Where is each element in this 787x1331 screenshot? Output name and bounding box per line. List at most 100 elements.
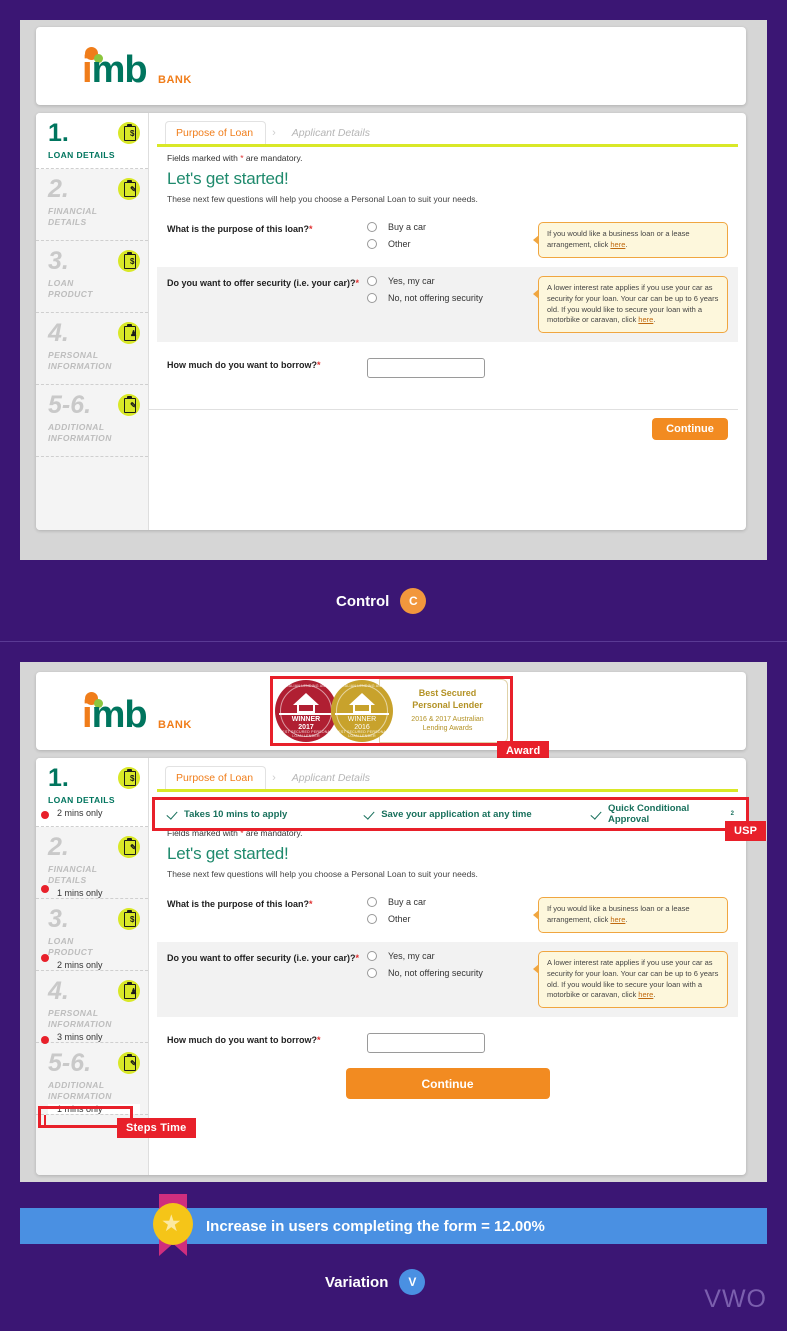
continue-button[interactable]: Continue (652, 418, 728, 440)
step-time: 2 mins only (57, 960, 103, 971)
question-label: Do you want to offer security (i.e. your… (167, 277, 360, 288)
step-number: 1. (48, 119, 69, 147)
logo-bank-word: BANK (158, 719, 192, 731)
sidebar-step-2[interactable]: 2. FINANCIAL DETAILS ✎ (36, 169, 148, 242)
required-star: * (355, 952, 360, 963)
step-number: 2. (48, 175, 69, 204)
award-subtitle: 2016 & 2017 Australian Lending Awards (411, 715, 484, 733)
tab-separator-icon: › (272, 772, 276, 784)
sidebar-step-1[interactable]: 1. LOAN DETAILS $ 2 mins only (36, 758, 148, 828)
medal-arc-bottom-text: BEST SECURED PERSONAL LOAN LENDER (335, 730, 389, 738)
timeline-dot (41, 1036, 49, 1044)
radio-icon[interactable] (367, 967, 377, 978)
steps-time-annotation-tag: Steps Time (117, 1118, 196, 1138)
step-number: 5-6. (48, 1049, 92, 1078)
clipboard-pen-icon: ✎ (118, 394, 140, 417)
question-label: What is the purpose of this loan?* (167, 899, 313, 909)
logo-bank-word: BANK (158, 74, 192, 86)
continue-button[interactable]: Continue (345, 1068, 550, 1099)
step-number: 4. (48, 319, 69, 348)
sidebar-step-1[interactable]: 1. LOAN DETAILS $ (36, 113, 148, 170)
step-time: 1 mins only (57, 888, 103, 899)
radio-icon[interactable] (367, 897, 377, 907)
sidebar-step-5[interactable]: 5-6. ADDITIONAL INFORMATION ✎ (36, 385, 148, 458)
tooltip-business-loan: If you would like a business loan or a l… (533, 222, 728, 258)
radio-icon[interactable] (367, 222, 377, 232)
usp-item-1: Takes 10 mins to apply (167, 809, 364, 820)
page-title: Let's get started! (167, 169, 289, 188)
required-star: * (317, 1035, 321, 1046)
control-header-card: imb BANK (36, 27, 746, 105)
tab-purpose-of-loan[interactable]: Purpose of Loan (165, 766, 267, 789)
clipboard-person-icon: ♟ (118, 322, 140, 345)
radio-option-other[interactable]: Other (367, 239, 538, 249)
radio-option-other[interactable]: Other (367, 914, 538, 924)
sidebar-step-5[interactable]: 5-6. ADDITIONAL INFORMATION ✎ 1 mins onl… (36, 1043, 148, 1116)
logo-letter-i: i (82, 694, 93, 736)
usp-annotation-tag: USP (725, 821, 767, 841)
question-borrow-amount: How much do you want to borrow?* (157, 342, 738, 387)
tooltip-here-link[interactable]: here (638, 315, 653, 324)
tab-applicant-details[interactable]: Applicant Details (282, 767, 382, 789)
radio-option-no-security[interactable]: No, not offering security (367, 292, 538, 303)
radio-icon[interactable] (367, 950, 377, 961)
control-label-text: Control (336, 592, 390, 610)
check-icon (591, 809, 602, 820)
step-label: FINANCIAL DETAILS (48, 864, 98, 885)
clipboard-pen-icon: ✎ (118, 836, 140, 859)
required-star: * (309, 224, 313, 234)
radio-group-security: Yes, my car No, not offering security (367, 275, 538, 310)
radio-option-yes-my-car[interactable]: Yes, my car (367, 275, 538, 286)
award-badges-strip: AUSTRALIAN LENDING AWARDS WINNER 2017 BE… (275, 679, 508, 743)
tooltip-here-link[interactable]: here (638, 990, 653, 999)
medal-arc-top-text: AUSTRALIAN LENDING AWARDS (275, 684, 337, 688)
tab-separator-icon: › (272, 127, 276, 139)
control-step-sidebar: 1. LOAN DETAILS $ 2. FINANCIAL DETAILS ✎ (36, 113, 149, 530)
tooltip-security-rate: A lower interest rate applies if you use… (533, 950, 728, 1009)
sidebar-step-3[interactable]: 3. LOAN PRODUCT $ (36, 241, 148, 314)
tooltip-here-link[interactable]: here (610, 915, 625, 924)
clipboard-dollar-icon: $ (118, 122, 140, 144)
logo-letters-mb: mb (91, 49, 148, 91)
radio-icon[interactable] (367, 914, 377, 924)
borrow-amount-input[interactable] (367, 358, 485, 379)
step-number: 4. (48, 977, 69, 1006)
radio-group-purpose: Buy a car Other (367, 222, 538, 256)
radio-option-buy-a-car[interactable]: Buy a car (367, 222, 538, 232)
medal-arc-bottom-text: BEST SECURED PERSONAL LOAN LENDER (279, 730, 333, 738)
tooltip-here-link[interactable]: here (610, 240, 625, 249)
borrow-amount-input[interactable] (367, 1033, 485, 1054)
check-icon (167, 809, 178, 820)
variation-label-group: Variation V (325, 1269, 426, 1295)
sidebar-step-4[interactable]: 4. PERSONAL INFORMATION ♟ (36, 313, 148, 386)
page-title: Let's get started! (167, 844, 289, 863)
page-subtitle: These next few questions will help you c… (167, 194, 478, 204)
clipboard-pen-icon: ✎ (118, 178, 140, 201)
tab-purpose-of-loan[interactable]: Purpose of Loan (165, 121, 267, 144)
step-label: LOAN DETAILS (48, 149, 115, 160)
control-label-group: Control C (336, 588, 427, 614)
vwo-case-study-page: imb BANK 1. LOAN DETAILS $ 2. FINANCIAL … (0, 0, 787, 1331)
sidebar-step-3[interactable]: 3. LOAN PRODUCT $ 2 mins only (36, 899, 148, 972)
radio-option-buy-a-car[interactable]: Buy a car (367, 897, 538, 907)
radio-group-purpose: Buy a car Other (367, 897, 538, 931)
sidebar-step-2[interactable]: 2. FINANCIAL DETAILS ✎ 1 mins only (36, 827, 148, 900)
radio-icon[interactable] (367, 292, 377, 303)
magnifier-dollar-icon: $ (118, 908, 140, 931)
radio-icon[interactable] (367, 239, 377, 249)
question-label: What is the purpose of this loan?* (167, 224, 313, 234)
radio-option-no-security[interactable]: No, not offering security (367, 967, 538, 978)
step-time: 1 mins only (48, 1104, 140, 1115)
imb-bank-logo: imb BANK (82, 692, 194, 734)
award-title: Best Secured Personal Lender (412, 688, 483, 711)
radio-option-yes-my-car[interactable]: Yes, my car (367, 950, 538, 961)
vwo-logo: VWO (704, 1285, 767, 1313)
usp-item-3: Quick Conditional Approval 2 (591, 803, 734, 825)
clipboard-pen-icon: ✎ (118, 1052, 140, 1075)
control-form-card: 1. LOAN DETAILS $ 2. FINANCIAL DETAILS ✎ (36, 113, 746, 530)
section-divider (0, 641, 787, 642)
question-security: Do you want to offer security (i.e. your… (157, 266, 738, 343)
radio-icon[interactable] (367, 275, 377, 286)
sidebar-step-4[interactable]: 4. PERSONAL INFORMATION ♟ 3 mins only (36, 971, 148, 1044)
tab-applicant-details[interactable]: Applicant Details (282, 122, 382, 144)
